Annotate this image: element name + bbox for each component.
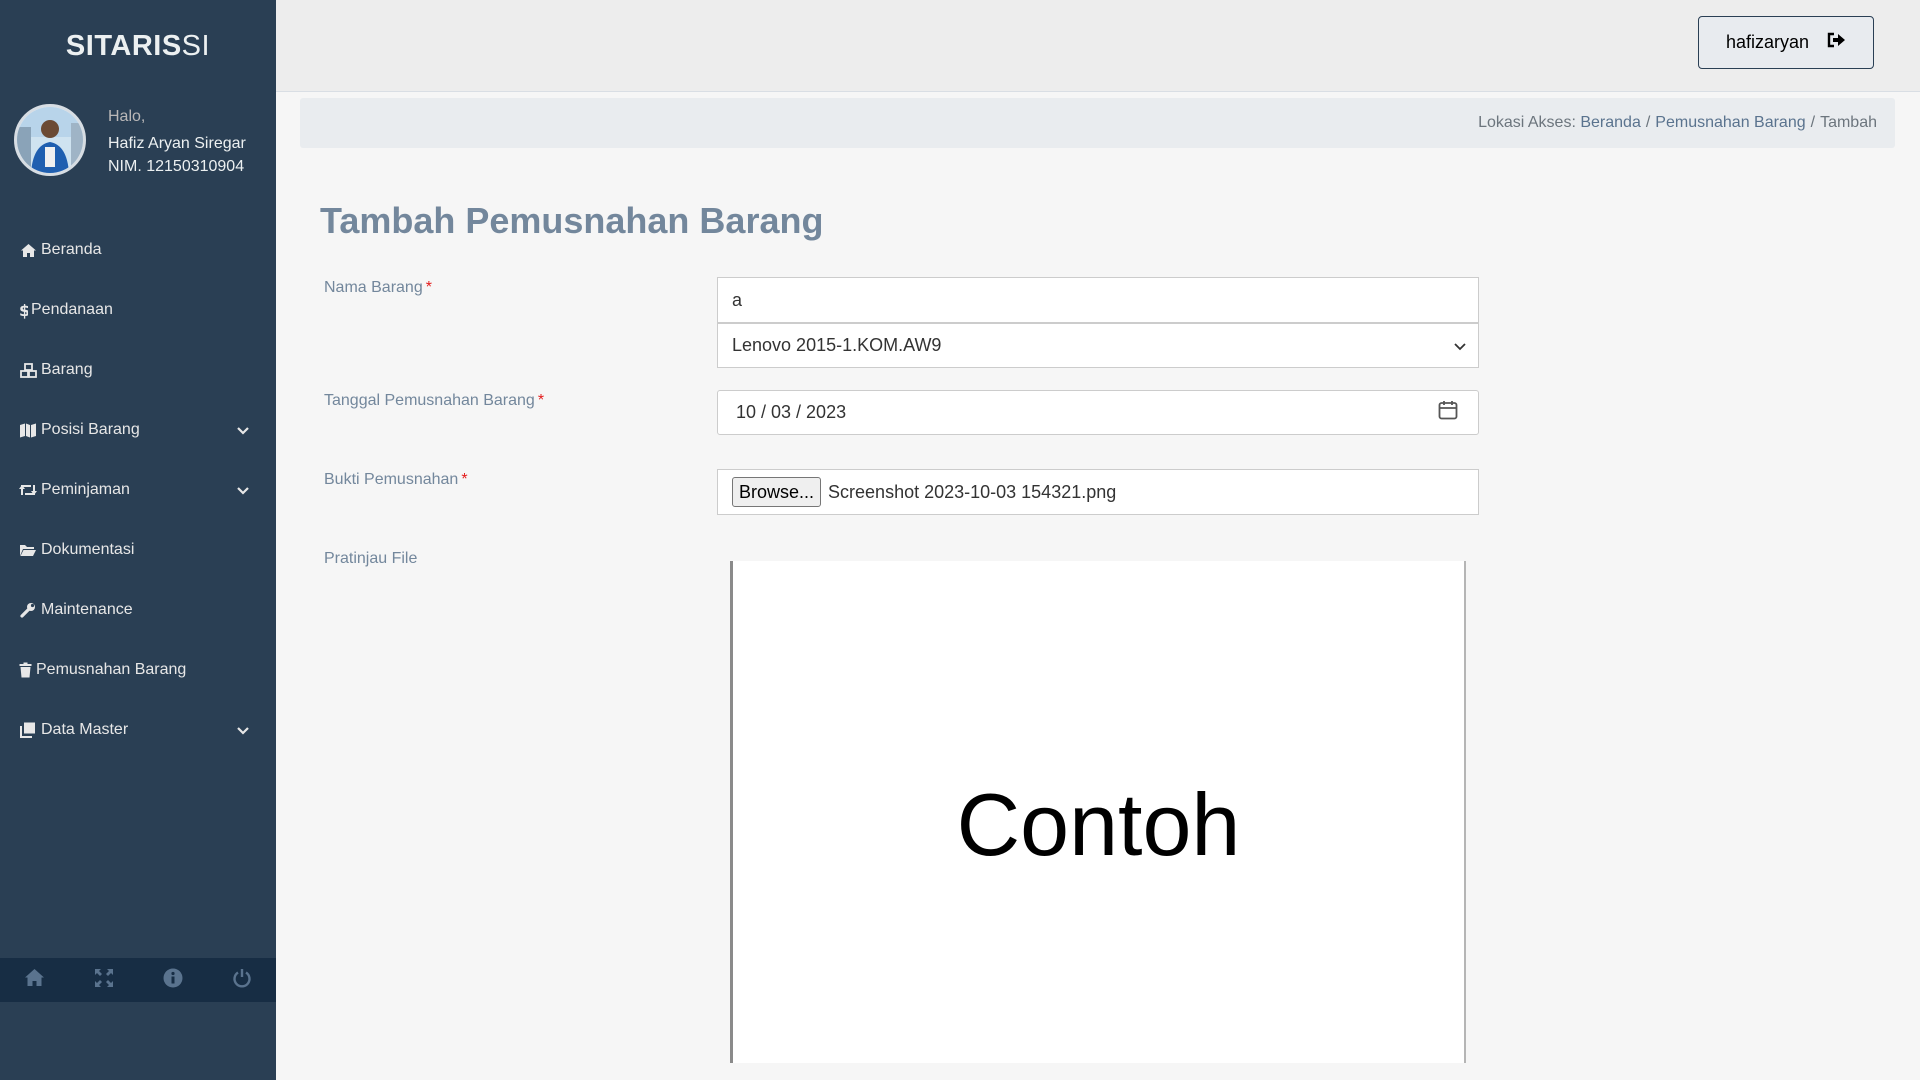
sidebar-menu: Beranda $ Pendanaan Barang Posisi Barang: [0, 220, 276, 760]
sidebar: SITARIS SI Halo, Hafiz Aryan Siregar NIM…: [0, 0, 276, 1080]
retweet-icon: [18, 483, 38, 497]
sidebar-item-label: Pemusnahan Barang: [36, 661, 187, 678]
sidebar-item-label: Maintenance: [41, 601, 133, 618]
sidebar-item-label: Pendanaan: [31, 301, 113, 318]
info-icon: [163, 968, 183, 993]
sidebar-item-dokumentasi[interactable]: Dokumentasi: [0, 520, 276, 580]
browse-button[interactable]: Browse...: [732, 477, 822, 507]
sidebar-item-barang[interactable]: Barang: [0, 340, 276, 400]
required-marker: *: [461, 471, 468, 488]
file-preview-frame: Contoh: [730, 561, 1466, 1063]
user-menu-button[interactable]: hafizaryan: [1698, 16, 1874, 69]
app-brand[interactable]: SITARIS SI: [0, 0, 276, 92]
cubes-icon: [18, 362, 38, 378]
map-icon: [18, 423, 38, 438]
folder-open-icon: [18, 543, 38, 557]
preview-image-text: Contoh: [956, 775, 1241, 874]
breadcrumb: Lokasi Akses: Beranda / Pemusnahan Baran…: [300, 98, 1895, 148]
breadcrumb-separator: /: [1645, 114, 1651, 131]
top-navbar: hafizaryan: [276, 0, 1920, 92]
breadcrumb-current: Tambah: [1820, 114, 1877, 131]
sign-out-icon: [1809, 32, 1846, 53]
chevron-down-icon: [1454, 335, 1466, 356]
sidebar-item-data-master[interactable]: Data Master: [0, 700, 276, 760]
sidebar-footer: [0, 958, 276, 1002]
chevron-down-icon: [237, 482, 249, 500]
profile-panel: Halo, Hafiz Aryan Siregar NIM. 121503109…: [0, 92, 276, 190]
sidebar-item-beranda[interactable]: Beranda: [0, 220, 276, 280]
footer-info-button[interactable]: [138, 958, 207, 1002]
dollar-icon: $: [18, 302, 28, 319]
sidebar-item-maintenance[interactable]: Maintenance: [0, 580, 276, 640]
chevron-down-icon: [237, 422, 249, 440]
calendar-icon[interactable]: [1438, 400, 1458, 425]
trash-icon: [18, 662, 33, 678]
bukti-pemusnahan-file-input[interactable]: Browse... Screenshot 2023-10-03 154321.p…: [717, 469, 1479, 515]
breadcrumb-prefix: Lokasi Akses:: [1478, 114, 1576, 131]
fullscreen-icon: [94, 968, 114, 993]
nama-barang-select[interactable]: Lenovo 2015-1.KOM.AW9: [717, 323, 1479, 368]
sidebar-item-pemusnahan-barang[interactable]: Pemusnahan Barang: [0, 640, 276, 700]
footer-home-button[interactable]: [0, 958, 69, 1002]
home-icon: [24, 968, 45, 992]
breadcrumb-separator: /: [1810, 114, 1816, 131]
bukti-pemusnahan-label: Bukti Pemusnahan *: [324, 471, 468, 488]
wrench-icon: [18, 602, 38, 618]
footer-logout-button[interactable]: [207, 958, 276, 1002]
sidebar-item-posisi-barang[interactable]: Posisi Barang: [0, 400, 276, 460]
nama-barang-label: Nama Barang *: [324, 279, 432, 296]
pratinjau-file-label: Pratinjau File: [324, 550, 418, 567]
sidebar-item-peminjaman[interactable]: Peminjaman: [0, 460, 276, 520]
footer-fullscreen-button[interactable]: [69, 958, 138, 1002]
sidebar-item-label: Data Master: [41, 721, 129, 738]
nama-barang-search-input[interactable]: a: [717, 277, 1479, 323]
power-icon: [232, 968, 252, 993]
selected-file-name: Screenshot 2023-10-03 154321.png: [828, 481, 1117, 502]
tanggal-pemusnahan-label: Tanggal Pemusnahan Barang *: [324, 392, 545, 409]
user-nim: NIM. 12150310904: [108, 158, 245, 175]
sidebar-item-label: Beranda: [41, 241, 102, 258]
required-marker: *: [537, 392, 545, 409]
user-fullname: Hafiz Aryan Siregar: [108, 135, 246, 152]
clone-icon: [18, 722, 38, 738]
tanggal-pemusnahan-date-input[interactable]: 10 / 03 / 2023: [717, 390, 1479, 435]
sidebar-item-label: Posisi Barang: [41, 421, 140, 438]
page-title: Tambah Pemusnahan Barang: [320, 200, 824, 241]
svg-text:$: $: [19, 302, 28, 319]
home-icon: [18, 243, 38, 258]
sidebar-item-pendanaan[interactable]: $ Pendanaan: [0, 280, 276, 340]
sidebar-item-label: Barang: [41, 361, 93, 378]
sidebar-item-label: Dokumentasi: [41, 541, 135, 558]
greeting-text: Halo,: [108, 108, 146, 125]
breadcrumb-link-beranda[interactable]: Beranda: [1580, 114, 1641, 132]
breadcrumb-link-pemusnahan[interactable]: Pemusnahan Barang: [1655, 114, 1805, 132]
username-label: hafizaryan: [1725, 32, 1810, 52]
required-marker: *: [425, 279, 432, 296]
avatar: [14, 104, 86, 176]
chevron-down-icon: [237, 722, 249, 740]
sidebar-item-label: Peminjaman: [41, 481, 130, 498]
